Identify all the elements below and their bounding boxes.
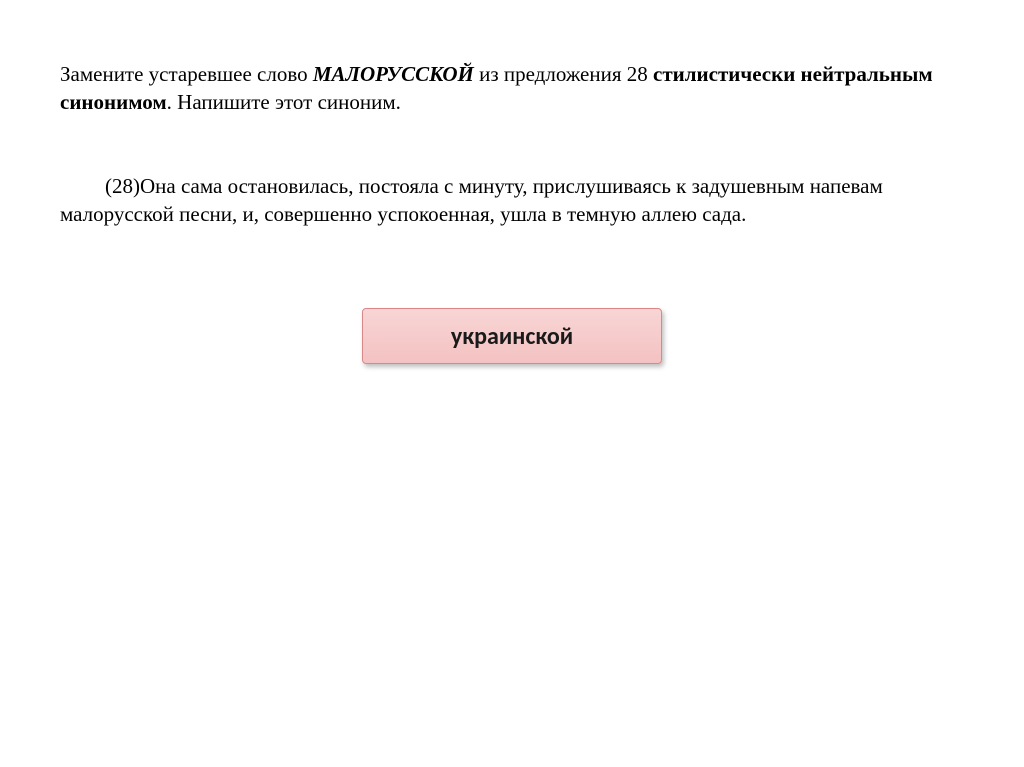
task-middle: из предложения 28 (474, 62, 653, 86)
example-sentence: (28)Она сама остановилась, постояла с ми… (60, 172, 964, 229)
answer-box: украинской (362, 308, 662, 364)
task-target-word: МАЛОРУССКОЙ (313, 62, 474, 86)
document-content: Замените устаревшее слово МАЛОРУССКОЙ из… (0, 0, 1024, 364)
task-suffix: . Напишите этот синоним. (167, 90, 401, 114)
task-prefix: Замените устаревшее слово (60, 62, 313, 86)
task-instruction: Замените устаревшее слово МАЛОРУССКОЙ из… (60, 60, 964, 117)
